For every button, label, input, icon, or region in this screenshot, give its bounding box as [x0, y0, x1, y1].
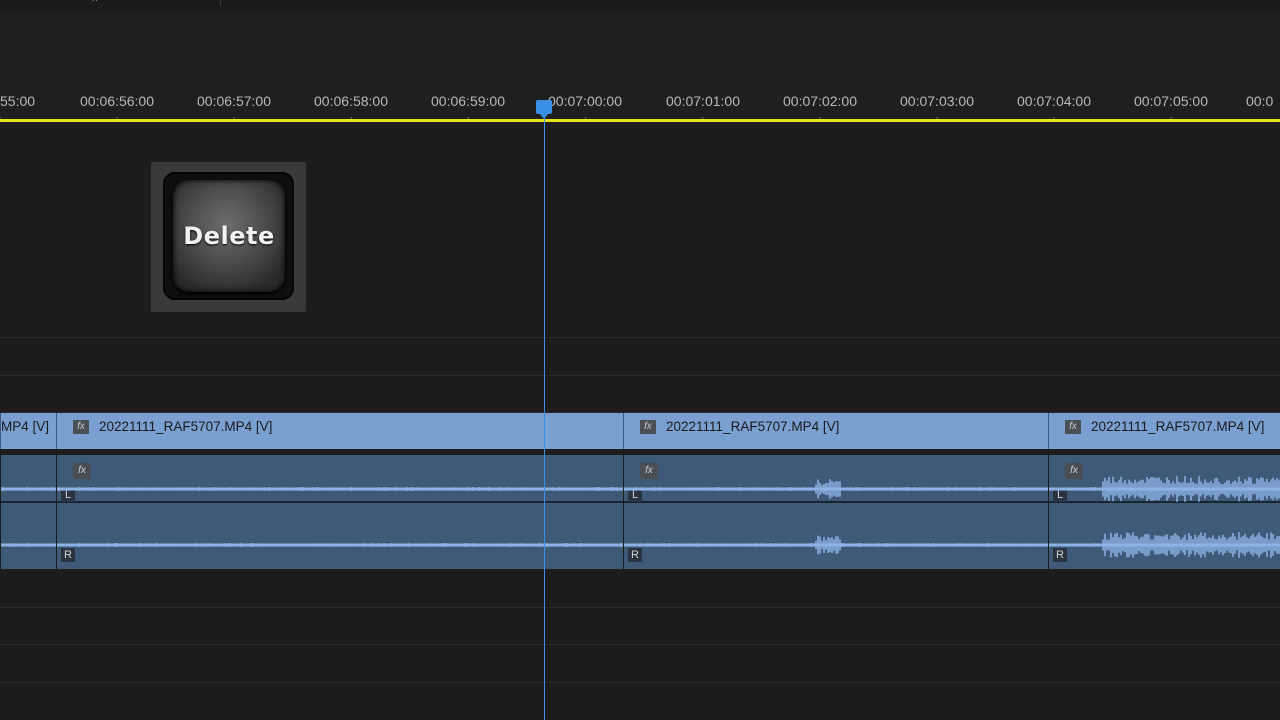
ruler-timecode: 00:07:05:00 [1134, 93, 1208, 109]
ruler-timecode: 00:06:59:00 [431, 93, 505, 109]
clip-name: 20221111_RAF5707.MP4 [V] [666, 419, 840, 434]
clip-name: 20221111_RAF5707.MP4 [V] [99, 419, 273, 434]
video-clip[interactable]: fx 20221111_RAF5707.MP4 [V] [1048, 413, 1280, 449]
ruler-timecode: 00:07:03:00 [900, 93, 974, 109]
playhead-marker-icon[interactable] [536, 100, 552, 119]
video-clip[interactable]: fx 20221111_RAF5707.MP4 [V] [56, 413, 623, 449]
audio-waveform [624, 479, 1048, 555]
ruler-timecode: 00:07:01:00 [666, 93, 740, 109]
fx-effect-icon[interactable]: fx [73, 420, 89, 434]
video-clip[interactable]: MP4 [V] [0, 413, 56, 449]
audio-waveform [1, 487, 56, 547]
key-cap: Delete [163, 172, 294, 300]
ruler-timecode: 00:06:56:00 [80, 93, 154, 109]
panel-tab-area[interactable] [0, 0, 221, 6]
ruler-timecode: 00:07:00:00 [548, 93, 622, 109]
ruler-timecode: 00:0 [1246, 93, 1274, 109]
fx-effect-icon[interactable]: fx [1065, 420, 1081, 434]
ruler-timecode: 00:06:58:00 [314, 93, 388, 109]
key-face: Delete [173, 180, 285, 292]
audio-clip[interactable] [0, 455, 56, 569]
close-icon[interactable]: × [92, 0, 98, 5]
fx-effect-icon[interactable]: fx [640, 420, 656, 434]
track-divider [0, 337, 1280, 338]
audio-waveform [57, 487, 623, 547]
track-divider [0, 607, 1280, 608]
key-label: Delete [183, 222, 275, 250]
clip-name: MP4 [V] [1, 419, 50, 434]
audio-clip[interactable]: fx L R [56, 455, 623, 569]
audio-clip[interactable]: fx L R [623, 455, 1048, 569]
ruler-timecode: 00:07:02:00 [783, 93, 857, 109]
ruler-timecode: 00:07:04:00 [1017, 93, 1091, 109]
audio-waveform [1049, 476, 1280, 558]
timeline-ruler[interactable]: 55:00 00:06:56:00 00:06:57:00 00:06:58:0… [0, 12, 1280, 131]
track-divider [0, 375, 1280, 376]
track-divider [0, 682, 1280, 683]
ruler-timecode: 55:00 [0, 93, 36, 109]
delete-key-overlay: Delete [151, 162, 306, 312]
track-divider [0, 644, 1280, 645]
audio-clip[interactable]: fx L R [1048, 455, 1280, 569]
video-clip[interactable]: fx 20221111_RAF5707.MP4 [V] [623, 413, 1048, 449]
playhead-line[interactable] [544, 118, 545, 720]
ruler-timecode: 00:06:57:00 [197, 93, 271, 109]
clip-name: 20221111_RAF5707.MP4 [V] [1091, 419, 1265, 434]
